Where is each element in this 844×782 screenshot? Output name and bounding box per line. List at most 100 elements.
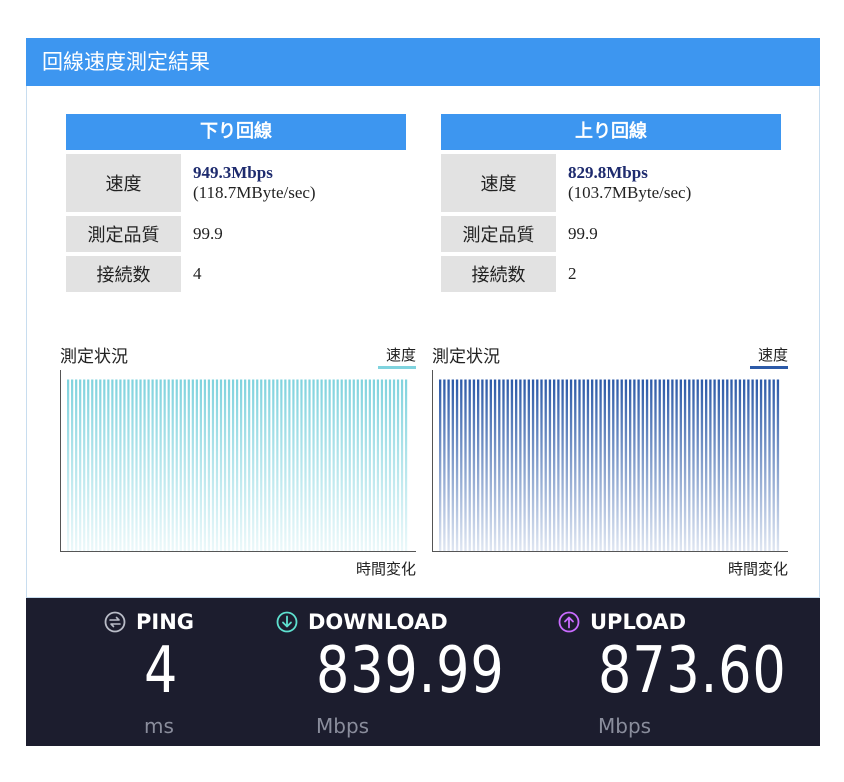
chart-bar bbox=[336, 379, 339, 551]
chart-bar bbox=[662, 379, 666, 551]
chart-bar bbox=[721, 379, 725, 551]
chart-bar bbox=[340, 379, 343, 551]
quality-label: 測定品質 bbox=[66, 216, 181, 252]
chart-bar bbox=[468, 379, 471, 551]
chart-bar bbox=[111, 379, 114, 551]
chart-bar bbox=[586, 379, 590, 551]
connections-label: 接続数 bbox=[66, 256, 181, 292]
chart-bar bbox=[396, 379, 400, 551]
chart-bar bbox=[240, 379, 243, 551]
ping-unit: ms bbox=[144, 714, 174, 738]
chart-bar bbox=[211, 379, 215, 551]
chart-bar bbox=[71, 379, 74, 551]
chart-bar bbox=[308, 379, 311, 551]
chart-bar bbox=[460, 379, 463, 551]
chart-bar bbox=[565, 379, 568, 551]
chart-bar bbox=[135, 379, 138, 551]
chart-bar bbox=[163, 379, 166, 551]
chart-bar bbox=[709, 379, 712, 551]
chart-bar bbox=[123, 379, 126, 551]
chart-bar bbox=[455, 379, 459, 551]
chart-bar bbox=[296, 379, 299, 551]
chart-bar bbox=[312, 379, 315, 551]
chart-bar bbox=[219, 379, 223, 551]
chart-bar bbox=[633, 379, 636, 551]
chart-bar bbox=[688, 379, 691, 551]
chart-bar bbox=[679, 379, 682, 551]
chart-bar bbox=[637, 379, 640, 551]
download-value: 839.99 bbox=[316, 634, 505, 708]
speed-mbps: 949.3Mbps bbox=[193, 163, 273, 182]
chart-bar bbox=[288, 379, 291, 551]
chart-bar bbox=[388, 379, 392, 551]
chart-bar bbox=[489, 379, 492, 551]
chart-bar bbox=[83, 379, 86, 551]
upload-header: UPLOAD bbox=[558, 610, 686, 634]
chart-bar bbox=[376, 379, 380, 551]
chart-bar bbox=[235, 379, 239, 551]
speed-mbyte: (118.7MByte/sec) bbox=[193, 183, 316, 202]
chart-bar bbox=[99, 379, 102, 551]
download-header: DOWNLOAD bbox=[276, 610, 448, 634]
chart-bar bbox=[447, 379, 450, 551]
chart-bar bbox=[481, 379, 484, 551]
chart-bar bbox=[540, 379, 543, 551]
chart-bar bbox=[578, 379, 581, 551]
chart-bar bbox=[675, 379, 678, 551]
chart-plot-area bbox=[432, 370, 788, 552]
speed-value: 949.3Mbps (118.7MByte/sec) bbox=[181, 154, 406, 212]
chart-bar bbox=[658, 379, 661, 551]
chart-bar bbox=[87, 379, 90, 551]
chart-bar bbox=[360, 379, 363, 551]
speedtest-result-bar: PING 4 ms DOWNLOAD 839.99 Mbps UPLOAD 87… bbox=[26, 598, 820, 746]
chart-bar bbox=[548, 379, 552, 551]
chart-bar bbox=[384, 379, 388, 551]
chart-bar bbox=[544, 379, 547, 551]
chart-bar bbox=[595, 379, 598, 551]
chart-bar bbox=[776, 379, 780, 551]
chart-bar bbox=[75, 379, 78, 551]
upload-chart: 測定状況 速度 時間変化 bbox=[432, 342, 788, 578]
chart-plot-area bbox=[60, 370, 416, 552]
chart-bar bbox=[443, 379, 446, 551]
chart-bar bbox=[743, 379, 746, 551]
legend-swatch bbox=[750, 366, 788, 369]
upload-table-title: 上り回線 bbox=[441, 114, 781, 150]
chart-bar bbox=[227, 379, 231, 551]
chart-bar bbox=[191, 379, 194, 551]
upload-label: UPLOAD bbox=[590, 610, 687, 634]
chart-bar bbox=[183, 379, 186, 551]
chart-bar bbox=[751, 379, 754, 551]
ping-label: PING bbox=[136, 610, 195, 634]
chart-legend: 速度 bbox=[757, 346, 788, 364]
chart-bar bbox=[641, 379, 644, 551]
chart-bar bbox=[616, 379, 619, 551]
download-result-table: 下り回線 速度 949.3Mbps (118.7MByte/sec) 測定品質 … bbox=[66, 114, 406, 292]
chart-bar bbox=[127, 379, 130, 551]
chart-bar bbox=[561, 379, 564, 551]
chart-legend: 速度 bbox=[385, 346, 416, 364]
download-quality-row: 測定品質 99.9 bbox=[66, 216, 406, 252]
chart-bar bbox=[451, 379, 454, 551]
chart-bar bbox=[352, 379, 355, 551]
chart-bar bbox=[713, 379, 716, 551]
chart-bar bbox=[607, 379, 611, 551]
chart-bar bbox=[400, 379, 404, 551]
chart-bar bbox=[155, 379, 158, 551]
upload-unit: Mbps bbox=[598, 714, 652, 738]
chart-bar bbox=[692, 379, 695, 551]
page-title: 回線速度測定結果 bbox=[26, 38, 820, 86]
chart-bar bbox=[392, 379, 396, 551]
chart-bar bbox=[171, 379, 174, 551]
chart-bar bbox=[215, 379, 219, 551]
chart-bar bbox=[264, 379, 267, 551]
chart-bar bbox=[764, 379, 767, 551]
chart-bar bbox=[95, 379, 98, 551]
chart-bar bbox=[696, 379, 699, 551]
chart-bar bbox=[143, 379, 146, 551]
ping-value: 4 bbox=[144, 634, 179, 708]
chart-bar bbox=[115, 379, 118, 551]
download-chart: 測定状況 速度 時間変化 bbox=[60, 342, 416, 578]
chart-bar bbox=[510, 379, 514, 551]
quality-label: 測定品質 bbox=[441, 216, 556, 252]
